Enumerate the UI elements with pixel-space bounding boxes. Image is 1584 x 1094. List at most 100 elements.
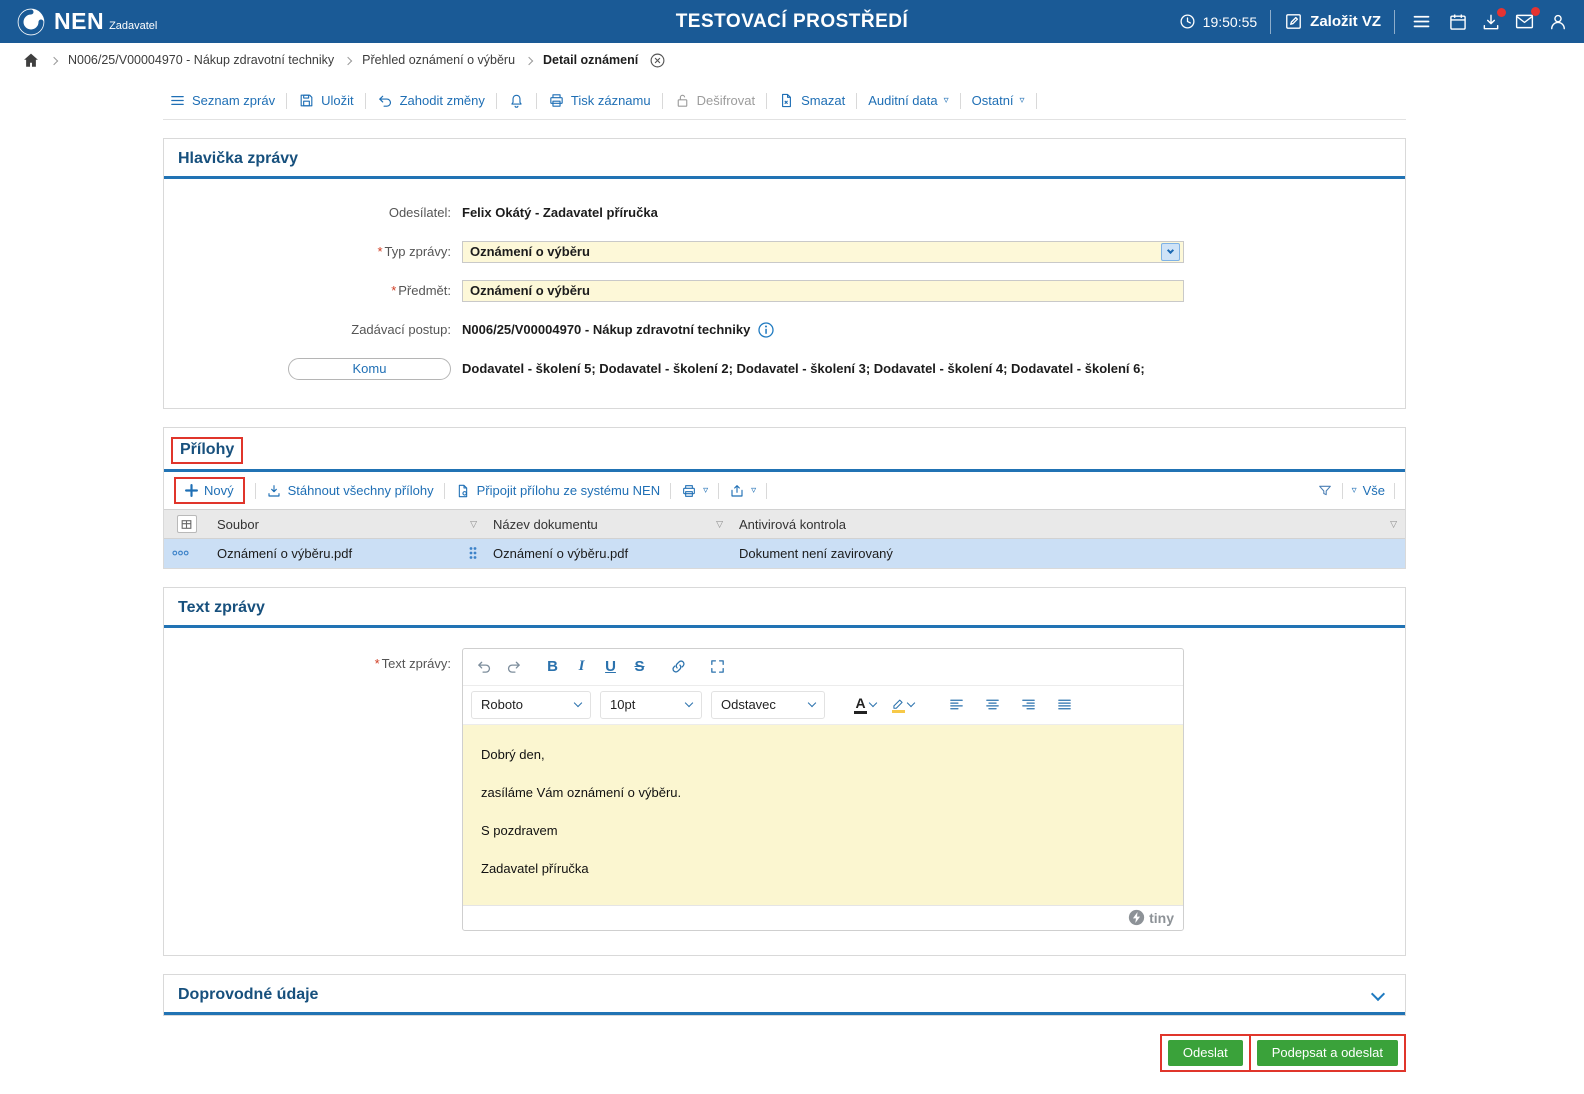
- editor-toolbar-row1: B I U S: [463, 649, 1183, 686]
- highlight-color-button[interactable]: [888, 692, 917, 718]
- info-icon[interactable]: [758, 322, 774, 338]
- redo-button[interactable]: [500, 654, 527, 680]
- export-attachment-button[interactable]: ▿: [729, 483, 756, 499]
- font-family-select[interactable]: Roboto: [471, 691, 591, 719]
- insert-link-button[interactable]: [665, 654, 692, 680]
- table-row[interactable]: Oznámení o výběru.pdf Oznámení o výběru.…: [164, 539, 1405, 568]
- funnel-icon: [1317, 483, 1333, 499]
- breadcrumb-item-procedure[interactable]: N006/25/V00004970 - Nákup zdravotní tech…: [68, 53, 334, 67]
- home-button[interactable]: [22, 51, 40, 69]
- typ-zpravy-select[interactable]: Oznámení o výběru: [462, 241, 1184, 263]
- messages-button[interactable]: [1514, 11, 1535, 32]
- strikethrough-button[interactable]: S: [626, 654, 653, 680]
- breadcrumb-item-current: Detail oznámení: [543, 53, 638, 67]
- undo-button[interactable]: [471, 654, 498, 680]
- notifications-button[interactable]: [508, 92, 525, 109]
- align-center-icon: [984, 696, 1001, 713]
- auditni-data-button[interactable]: Auditní data ▿: [868, 93, 948, 108]
- toolbar-divider: [1036, 93, 1037, 109]
- predmet-input[interactable]: Oznámení o výběru: [462, 280, 1184, 302]
- podepsat-a-odeslat-button[interactable]: Podepsat a odeslat: [1257, 1040, 1398, 1066]
- font-color-button[interactable]: A: [851, 692, 879, 718]
- breadcrumb-item-overview[interactable]: Přehled oznámení o výběru: [362, 53, 515, 67]
- align-justify-button[interactable]: [1051, 692, 1078, 718]
- drag-handle-icon[interactable]: [469, 546, 477, 560]
- column-settings-header[interactable]: [164, 510, 209, 539]
- section-hlavicka-zpravy: Hlavička zprávy Odesílatel: Felix Okátý …: [163, 138, 1406, 409]
- section-prilohy: Přílohy Nový Stáhnout všechny přílohy Př…: [163, 427, 1406, 569]
- print-attachment-button[interactable]: ▿: [681, 483, 708, 499]
- ostatni-button[interactable]: Ostatní ▿: [972, 93, 1025, 108]
- align-center-button[interactable]: [979, 692, 1006, 718]
- desifrovat-button: Dešifrovat: [674, 92, 756, 109]
- home-icon: [22, 51, 40, 69]
- column-settings-icon[interactable]: [177, 515, 197, 533]
- filter-triangle-icon[interactable]: ▽: [1390, 520, 1397, 529]
- stahnout-vsechny-button[interactable]: Stáhnout všechny přílohy: [266, 483, 434, 499]
- odeslat-button[interactable]: Odeslat: [1168, 1040, 1243, 1066]
- novy-button[interactable]: Nový: [185, 483, 234, 498]
- field-zadavaci-postup: Zadávací postup: N006/25/V00004970 - Nák…: [164, 310, 1405, 349]
- bell-icon: [508, 92, 525, 109]
- section-header[interactable]: Doprovodné údaje: [164, 975, 1405, 1015]
- tiny-brand-label[interactable]: tiny: [1149, 910, 1174, 926]
- chevron-down-icon: [685, 699, 693, 707]
- section-header: Text zprávy: [164, 588, 1405, 628]
- column-header-antivirova-kontrola[interactable]: Antivirová kontrola▽: [731, 510, 1405, 539]
- filter-button[interactable]: [1317, 483, 1333, 499]
- font-color-icon: A: [854, 696, 867, 714]
- align-left-button[interactable]: [943, 692, 970, 718]
- editor-content-area[interactable]: Dobrý den, zasíláme Vám oznámení o výběr…: [463, 725, 1183, 905]
- caret-down-icon: ▿: [1352, 486, 1357, 496]
- download-icon: [266, 483, 282, 499]
- printer-icon: [548, 92, 565, 109]
- zahodit-zmeny-button[interactable]: Zahodit změny: [377, 92, 485, 109]
- underline-button[interactable]: U: [597, 654, 624, 680]
- field-label: * Předmět:: [164, 283, 451, 298]
- nen-brand[interactable]: NEN Zadavatel: [16, 7, 157, 37]
- editor-toolbar-row2: Roboto 10pt Odstavec A: [463, 686, 1183, 725]
- block-format-select[interactable]: Odstavec: [711, 691, 825, 719]
- chevron-down-icon: [907, 699, 915, 707]
- caret-down-icon: ▿: [751, 486, 756, 496]
- row-menu-cell[interactable]: [164, 539, 209, 568]
- filter-triangle-icon[interactable]: ▽: [716, 520, 723, 529]
- pripojit-prilohu-button[interactable]: Připojit přílohu ze systému NEN: [455, 483, 661, 499]
- downloads-button[interactable]: [1481, 12, 1501, 32]
- align-right-button[interactable]: [1015, 692, 1042, 718]
- vse-filter-button[interactable]: ▿ Vše: [1352, 483, 1385, 498]
- cell-nazev-dokumentu[interactable]: Oznámení o výběru.pdf: [485, 539, 731, 568]
- expand-section-button[interactable]: [1373, 987, 1383, 1002]
- column-header-nazev-dokumentu[interactable]: Název dokumentu▽: [485, 510, 731, 539]
- clock-icon: [1179, 13, 1196, 30]
- redo-icon: [505, 658, 522, 675]
- user-icon: [1548, 12, 1568, 32]
- main-menu-button[interactable]: [1408, 9, 1435, 35]
- cell-antivirova-kontrola: Dokument není zavirovaný: [731, 539, 1405, 568]
- filter-triangle-icon[interactable]: ▽: [470, 520, 477, 529]
- close-tab-button[interactable]: [649, 52, 666, 69]
- cell-soubor[interactable]: Oznámení o výběru.pdf: [209, 539, 485, 568]
- section-doprovodne-udaje: Doprovodné údaje: [163, 974, 1406, 1016]
- smazat-button[interactable]: Smazat: [778, 92, 845, 109]
- highlighter-pen-icon: [891, 697, 905, 709]
- user-profile-button[interactable]: [1548, 12, 1568, 32]
- section-header: Přílohy: [164, 428, 1405, 472]
- hlavicka-form: Odesílatel: Felix Okátý - Zadavatel přír…: [164, 179, 1405, 408]
- required-mark: *: [375, 656, 380, 671]
- bold-button[interactable]: B: [539, 654, 566, 680]
- italic-button[interactable]: I: [568, 654, 595, 680]
- zalozit-vz-button[interactable]: Založit VZ: [1284, 12, 1381, 31]
- row-menu-dots-icon[interactable]: [172, 549, 189, 557]
- fullscreen-button[interactable]: [704, 654, 731, 680]
- field-komu: Komu Dodavatel - školení 5; Dodavatel - …: [164, 349, 1405, 388]
- chevron-down-icon: [808, 699, 816, 707]
- komu-button[interactable]: Komu: [288, 358, 451, 380]
- font-size-select[interactable]: 10pt: [600, 691, 702, 719]
- ulozit-button[interactable]: Uložit: [298, 92, 354, 109]
- calendar-button[interactable]: [1448, 12, 1468, 32]
- column-header-soubor[interactable]: Soubor▽: [209, 510, 485, 539]
- seznam-zprav-button[interactable]: Seznam zpráv: [169, 92, 275, 109]
- tisk-zaznamu-button[interactable]: Tisk záznamu: [548, 92, 651, 109]
- select-dropdown-button[interactable]: [1161, 243, 1180, 261]
